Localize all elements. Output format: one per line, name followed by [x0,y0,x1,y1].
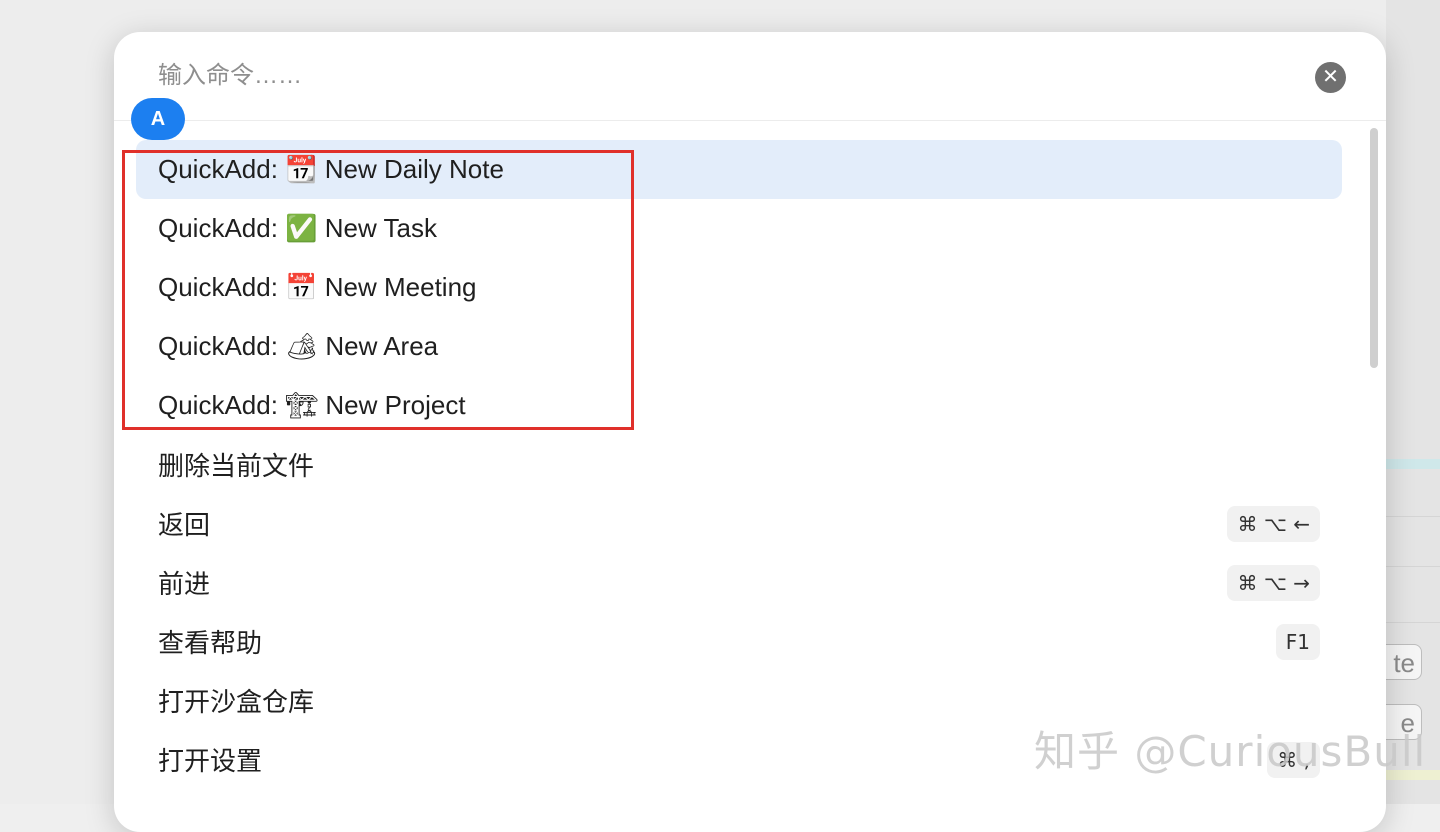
background-yellow-strip [1386,770,1440,780]
background-divider [1386,566,1440,567]
command-item[interactable]: 前进 ⌘ ⌥ → [136,553,1342,612]
command-item[interactable]: 查看帮助 F1 [136,612,1342,671]
command-palette: ✕ A QuickAdd: 📆 New Daily NoteQuickAdd: … [114,32,1386,832]
command-search-input[interactable] [154,56,1262,96]
command-label: 前进 [158,564,210,601]
command-item[interactable]: QuickAdd: 🏗 New Project [136,376,1342,435]
command-label: 打开沙盒仓库 [158,682,314,719]
hotkey-badge: F1 [1276,624,1320,660]
command-label: QuickAdd: 📆 New Daily Note [158,154,504,185]
hotkey-badge: ⌘ ⌥ → [1227,565,1320,601]
background-divider [1386,516,1440,517]
hotkey-badge: ⌘ ⌥ ← [1227,506,1320,542]
command-item[interactable]: 打开沙盒仓库 [136,671,1342,730]
command-label: 打开设置 [158,741,262,778]
scrollbar-thumb[interactable] [1370,128,1378,368]
background-pane [1386,0,1440,804]
search-bar: ✕ [114,32,1386,121]
command-list: QuickAdd: 📆 New Daily Note QuickAdd: ✅ Ne… [114,140,1386,789]
command-item[interactable]: 删除当前文件 [136,435,1342,494]
command-item[interactable]: 返回 ⌘ ⌥ ← [136,494,1342,553]
command-item[interactable]: QuickAdd: 📅 New Meeting [136,258,1342,317]
command-label: QuickAdd: 🏕 New Area [158,331,438,362]
command-item[interactable]: 打开设置 ⌘ , [136,730,1342,789]
command-item[interactable]: QuickAdd: 🏕 New Area [136,317,1342,376]
background-highlight-strip [1386,459,1440,469]
command-label: QuickAdd: 🏗 New Project [158,390,466,421]
command-label: QuickAdd: 📅 New Meeting [158,272,477,303]
avatar: A [131,98,185,140]
command-label: QuickAdd: ✅ New Task [158,213,437,244]
command-item[interactable]: QuickAdd: 📆 New Daily Note [136,140,1342,199]
background-divider [1386,622,1440,623]
clear-search-icon[interactable]: ✕ [1315,62,1346,93]
command-label: 删除当前文件 [158,446,314,483]
hotkey-badge: ⌘ , [1267,742,1320,778]
command-label: 返回 [158,505,210,542]
command-item[interactable]: QuickAdd: ✅ New Task [136,199,1342,258]
command-label: 查看帮助 [158,623,262,660]
